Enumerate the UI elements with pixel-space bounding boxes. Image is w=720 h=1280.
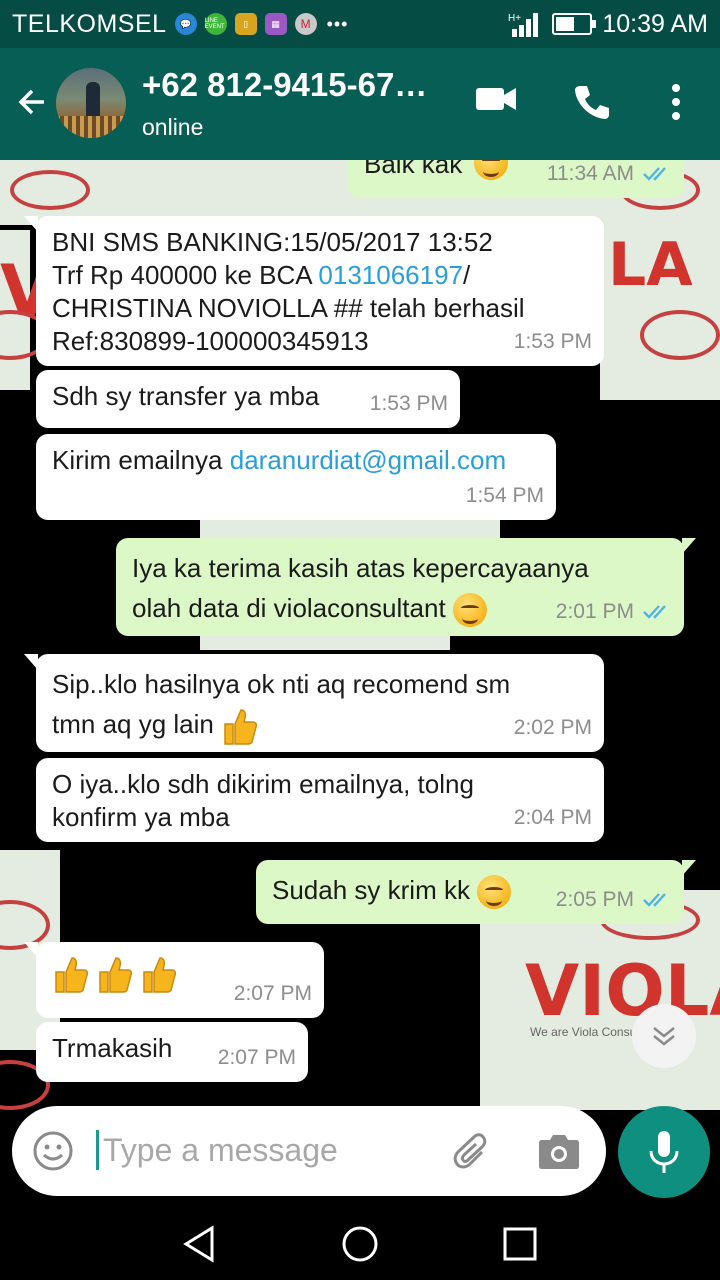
- message-outgoing[interactable]: Sudah sy krim kk 2:05 PM: [256, 860, 696, 924]
- smiling-emoji-icon: [452, 593, 487, 628]
- more-notifications-icon: •••: [326, 13, 349, 34]
- clock: 10:39 AM: [602, 9, 708, 38]
- thumbs-up-emoji-icon: [52, 954, 176, 994]
- gmail-icon: M: [294, 13, 317, 35]
- video-call-icon[interactable]: [474, 82, 518, 114]
- nav-home-icon[interactable]: [340, 1224, 380, 1264]
- system-navigation-bar: [0, 1208, 720, 1280]
- message-time: 11:34 AM: [546, 162, 634, 185]
- more-options-icon[interactable]: [668, 82, 684, 122]
- message-text: Baik kak: [364, 160, 463, 179]
- smiling-emoji-icon: [474, 160, 508, 180]
- message-input[interactable]: [96, 1130, 426, 1170]
- message-incoming[interactable]: Trmakasih 2:07 PM: [36, 1022, 308, 1082]
- camera-icon[interactable]: [538, 1132, 580, 1170]
- message-time: 1:53 PM: [369, 392, 448, 415]
- status-bar: TELKOMSEL 💬 LINE EVENT ▯ ▦ M ••• H+ 10:3…: [0, 0, 720, 48]
- message-incoming[interactable]: BNI SMS BANKING:15/05/2017 13:52 Trf Rp …: [24, 216, 604, 366]
- message-incoming[interactable]: Kirim emailnya daranurdiat@gmail.com 1:5…: [36, 434, 556, 520]
- emoji-icon[interactable]: [32, 1130, 74, 1172]
- bbm-icon: 💬: [174, 13, 197, 35]
- message-time: 2:07 PM: [217, 1046, 296, 1069]
- message-text: Kirim emailnya: [52, 445, 223, 475]
- message-text: Sdh sy transfer ya mba: [52, 381, 320, 411]
- battery-icon: [552, 13, 597, 35]
- message-text: Trmakasih: [52, 1033, 173, 1063]
- message-outgoing[interactable]: Baik kak 11:34 AM: [348, 160, 684, 198]
- read-ticks-icon: [643, 166, 666, 181]
- carrier-name: TELKOMSEL: [12, 9, 167, 38]
- message-time: 1:54 PM: [465, 484, 544, 507]
- phone-call-icon[interactable]: [572, 82, 612, 122]
- message-text: tmn aq yg lain: [52, 709, 214, 739]
- message-composer: [12, 1106, 606, 1196]
- message-time: 2:07 PM: [233, 982, 312, 1005]
- attach-icon[interactable]: [452, 1132, 494, 1174]
- voice-record-button[interactable]: [618, 1106, 710, 1198]
- contact-name[interactable]: +62 812-9415-67…: [142, 66, 427, 104]
- nav-back-icon[interactable]: [180, 1224, 220, 1264]
- message-outgoing[interactable]: Iya ka terima kasih atas kepercayaanya o…: [116, 538, 696, 636]
- message-time: 2:04 PM: [513, 806, 592, 829]
- thumbs-up-emoji-icon: [224, 709, 258, 745]
- message-time: 2:01 PM: [555, 600, 634, 623]
- chat-area[interactable]: VI LA VIOLA We are Viola Consultan Baik …: [0, 160, 720, 1208]
- contact-avatar[interactable]: [56, 68, 126, 138]
- microphone-icon: [649, 1131, 679, 1173]
- sim-toolkit-icon: ▯: [234, 13, 257, 35]
- message-text: O iya..klo sdh dikirim emailnya, tolng: [52, 769, 474, 799]
- smiling-emoji-icon: [477, 875, 512, 910]
- message-time: 2:02 PM: [513, 716, 592, 739]
- message-text: konfirm ya mba: [52, 802, 230, 832]
- line-event-icon: LINE EVENT: [204, 13, 227, 35]
- nav-recents-icon[interactable]: [500, 1224, 540, 1264]
- message-time: 2:05 PM: [555, 888, 634, 911]
- gallery-icon: ▦: [264, 13, 287, 35]
- message-text: olah data di violaconsultant: [132, 593, 446, 623]
- read-ticks-icon: [643, 892, 666, 907]
- scroll-to-bottom-button[interactable]: [632, 1004, 696, 1068]
- read-ticks-icon: [643, 604, 666, 619]
- back-arrow-icon[interactable]: [14, 84, 50, 120]
- message-text: BNI SMS BANKING:15/05/2017 13:52 Trf Rp …: [52, 227, 525, 356]
- message-incoming[interactable]: Sdh sy transfer ya mba 1:53 PM: [36, 370, 460, 428]
- contact-status: online: [142, 114, 204, 140]
- chat-header: +62 812-9415-67… online: [0, 48, 720, 160]
- signal-icon: H+: [508, 13, 539, 37]
- message-incoming[interactable]: Sip..klo hasilnya ok nti aq recomend sm …: [24, 654, 604, 752]
- message-text: Sudah sy krim kk: [272, 875, 470, 905]
- message-time: 1:53 PM: [513, 330, 592, 353]
- message-incoming[interactable]: 2:07 PM: [24, 942, 324, 1018]
- email-link[interactable]: daranurdiat@gmail.com: [230, 445, 506, 475]
- message-incoming[interactable]: O iya..klo sdh dikirim emailnya, tolng k…: [36, 758, 604, 842]
- svg-text:H+: H+: [508, 13, 521, 24]
- double-chevron-down-icon: [653, 1027, 675, 1046]
- message-text: Iya ka terima kasih atas kepercayaanya: [132, 553, 589, 583]
- wallpaper-logo-right: LA: [608, 230, 693, 300]
- account-number-link[interactable]: 0131066197: [318, 260, 463, 290]
- message-text: Sip..klo hasilnya ok nti aq recomend sm: [52, 669, 511, 699]
